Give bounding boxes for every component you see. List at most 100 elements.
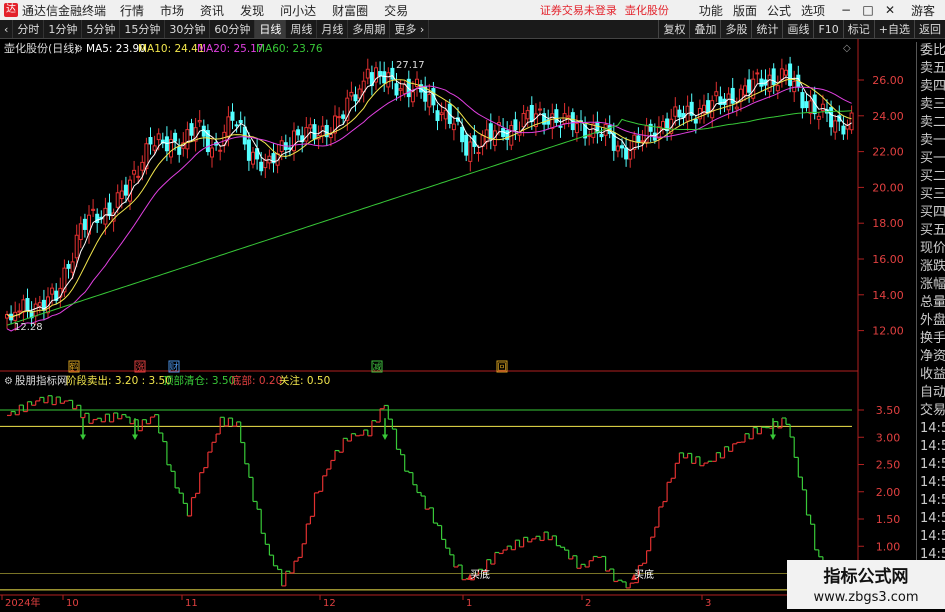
quote-panel-item[interactable]: 涨跌 [917, 258, 945, 276]
candle-body [21, 299, 26, 313]
quote-panel-item[interactable]: 14:55 [917, 474, 945, 492]
tab-15min[interactable]: 15分钟 [120, 20, 166, 38]
indicator-name: 股朋指标网 [15, 374, 68, 387]
tab-30min[interactable]: 30分钟 [165, 20, 211, 38]
back-button[interactable]: 返回 [914, 20, 945, 38]
candle-body [648, 123, 653, 132]
quote-panel-item[interactable]: 委比 [917, 42, 945, 60]
candle-body [152, 145, 157, 151]
quote-panel-item[interactable]: 14:55 [917, 492, 945, 510]
price-tick-label: 14.00 [872, 289, 904, 302]
tab-multi-period[interactable]: 多周期 [348, 20, 391, 38]
date-tick-label: 2024年 [5, 596, 40, 609]
biaoji-button[interactable]: 标记 [842, 20, 874, 38]
duogu-button[interactable]: 多股 [720, 20, 751, 38]
indicator-tick-label: 2.00 [876, 486, 901, 499]
candle-body [743, 85, 747, 96]
candle-body [833, 120, 838, 133]
quote-panel-item[interactable]: 交易 [917, 402, 945, 420]
quote-panel-item[interactable]: 收益 [917, 366, 945, 384]
menu-wenxiaoda[interactable]: 问小达 [280, 2, 316, 19]
menu-faxian[interactable]: 发现 [240, 2, 264, 19]
tab-5min[interactable]: 5分钟 [82, 20, 121, 38]
candle-body [312, 124, 317, 140]
menu-shichang[interactable]: 市场 [160, 2, 184, 19]
menu-banmian[interactable]: 版面 [733, 2, 757, 19]
quote-panel-item[interactable]: 换手 [917, 330, 945, 348]
price-tick-label: 26.00 [872, 74, 904, 87]
quote-panel-item[interactable]: 卖四 [917, 78, 945, 96]
quote-panel-item[interactable]: 买一 [917, 150, 945, 168]
high-price-label: 27.17 [396, 60, 425, 71]
tab-1min[interactable]: 1分钟 [44, 20, 83, 38]
candle-body [550, 113, 555, 129]
kline-chart[interactable]: 26.0024.0022.0020.0018.0016.0014.0012.00… [0, 39, 916, 609]
candle-body [304, 127, 309, 142]
quote-panel-item[interactable]: 14:54 [917, 420, 945, 438]
quote-panel-item[interactable]: 卖二 [917, 114, 945, 132]
quote-panel-item[interactable]: 卖五 [917, 60, 945, 78]
candle-body [119, 190, 124, 200]
menu-gongshi[interactable]: 公式 [767, 2, 791, 19]
close-icon[interactable]: ✕ [879, 3, 901, 17]
menu-hangqing[interactable]: 行情 [120, 2, 144, 19]
arrow-left-icon[interactable]: ‹ [0, 20, 14, 38]
quote-panel-item[interactable]: 自动 [917, 384, 945, 402]
add-watchlist-button[interactable]: +自选 [873, 20, 914, 38]
candle-body [574, 123, 579, 134]
quote-panel-item[interactable]: 现价 [917, 240, 945, 258]
date-tick-label: 3 [705, 598, 711, 609]
indicator-settings-icon[interactable]: ⚙ [4, 376, 13, 387]
quote-panel-item[interactable]: 净资 [917, 348, 945, 366]
candle-body [628, 149, 633, 160]
quote-panel-item[interactable]: 买五 [917, 222, 945, 240]
quote-panel-item[interactable]: 买二 [917, 168, 945, 186]
menu-zixun[interactable]: 资讯 [200, 2, 224, 19]
tab-fenshi[interactable]: 分时 [13, 20, 45, 38]
tab-daily[interactable]: 日线 [255, 20, 287, 38]
quote-panel-item[interactable]: 涨幅 [917, 276, 945, 294]
diejia-button[interactable]: 叠加 [689, 20, 720, 38]
quote-panel-item[interactable]: 买四 [917, 204, 945, 222]
candle-body [476, 152, 481, 155]
candle-body [382, 71, 387, 84]
quote-panel-item[interactable]: 卖三 [917, 96, 945, 114]
candle-body [640, 140, 645, 143]
tab-60min[interactable]: 60分钟 [210, 20, 256, 38]
candle-body [37, 302, 42, 307]
tongji-button[interactable]: 统计 [751, 20, 782, 38]
minimize-icon[interactable]: − [835, 3, 857, 17]
chart-settings-icon[interactable]: ⚙ [74, 44, 83, 55]
quote-panel-item[interactable]: 买三 [917, 186, 945, 204]
quote-panel-item[interactable]: 总量 [917, 294, 945, 312]
indicator-bottom: 底部: 0.20 [231, 374, 282, 387]
quote-panel-item[interactable]: 14:55 [917, 510, 945, 528]
quote-panel-item[interactable]: 14:54 [917, 456, 945, 474]
menu-gongneng[interactable]: 功能 [699, 2, 723, 19]
ma60-legend: MA60: 23.76 [256, 43, 323, 55]
candle-body [246, 139, 251, 161]
f10-button[interactable]: F10 [813, 20, 842, 38]
fuquan-button[interactable]: 复权 [658, 20, 689, 38]
candle-body [197, 120, 202, 123]
candle-body [521, 113, 526, 128]
menu-jiaoyi[interactable]: 交易 [384, 2, 408, 19]
quote-panel-item[interactable]: 14:54 [917, 438, 945, 456]
menu-xuanxiang[interactable]: 选项 [801, 2, 825, 19]
diamond-icon[interactable]: ◇ [843, 43, 851, 54]
quote-panel-item[interactable]: 14:55 [917, 528, 945, 546]
tab-weekly[interactable]: 周线 [286, 20, 318, 38]
candle-body [251, 151, 255, 165]
quote-panel-item[interactable]: 卖一 [917, 132, 945, 150]
guest-label[interactable]: 游客 [911, 2, 935, 19]
tab-more[interactable]: 更多 › [390, 20, 430, 38]
ma20-legend: MA20: 25.17 [197, 43, 264, 55]
indicator-stage-sell: 阶段卖出: 3.20 : 3.50 [66, 374, 172, 387]
login-notice[interactable]: 证券交易未登录 [540, 2, 617, 18]
huaxian-button[interactable]: 画线 [782, 20, 813, 38]
menu-caifuquan[interactable]: 财富圈 [332, 2, 368, 19]
quote-panel-item[interactable]: 外盘 [917, 312, 945, 330]
maximize-icon[interactable]: □ [857, 3, 879, 17]
tab-monthly[interactable]: 月线 [317, 20, 349, 38]
candle-body [234, 124, 239, 127]
